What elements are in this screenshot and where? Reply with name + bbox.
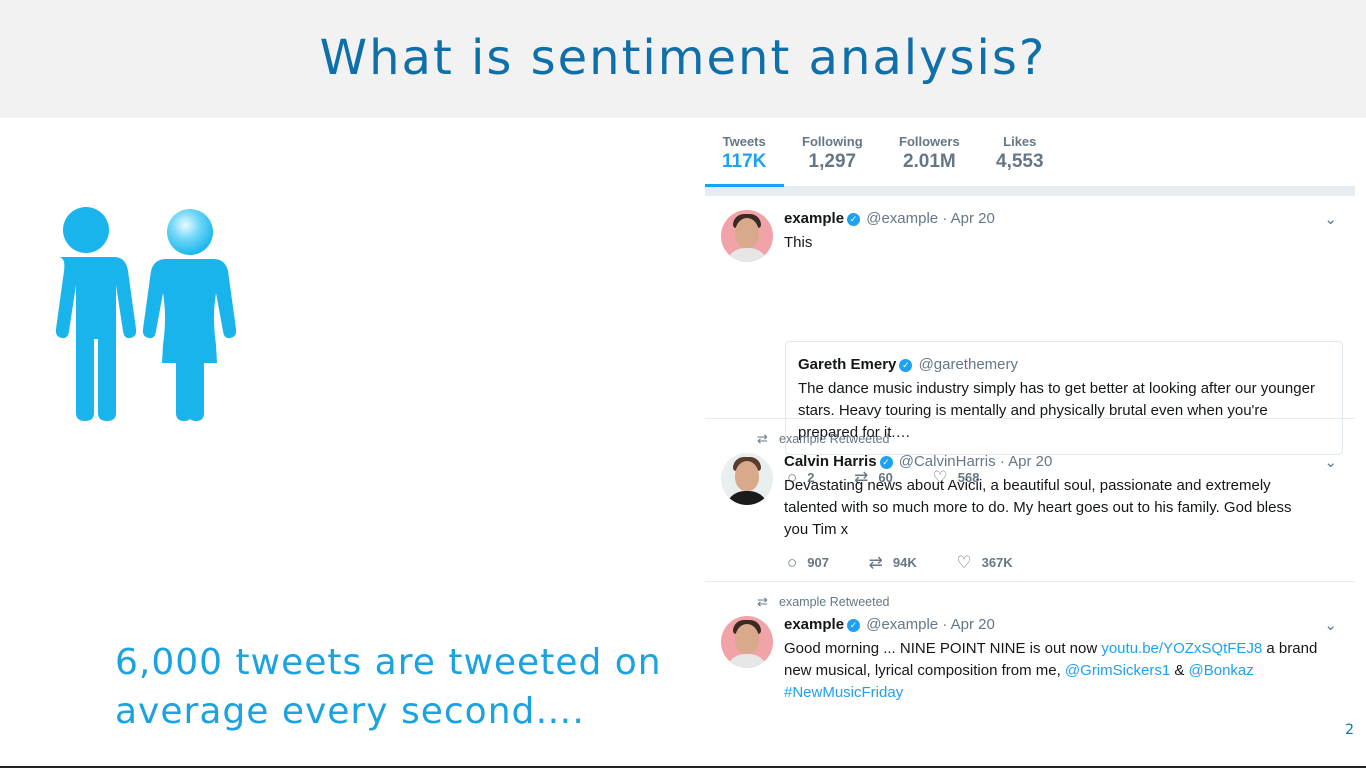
retweet-icon: ⇄ bbox=[868, 553, 883, 572]
tweet-text: Devastating news about Avicii, a beautif… bbox=[784, 477, 1292, 538]
profile-stats-bar: Tweets 117K Following 1,297 Followers 2.… bbox=[705, 118, 1355, 188]
chevron-down-icon[interactable]: ⌄ bbox=[1324, 616, 1337, 634]
tweet-header: example ✓ @example · Apr 20 bbox=[784, 616, 995, 633]
retweeted-label: ⇄ example Retweeted bbox=[757, 431, 889, 447]
stat-tweets[interactable]: Tweets 117K bbox=[705, 134, 785, 187]
chevron-down-icon[interactable]: ⌄ bbox=[1324, 210, 1337, 228]
tweet-date[interactable]: · Apr 20 bbox=[1000, 453, 1053, 470]
like-button[interactable]: ♡ 367K bbox=[956, 553, 1012, 573]
tweet-actions: ○ 907 ⇄ 94K ♡ 367K bbox=[787, 553, 1049, 573]
tweet-author-name[interactable]: example bbox=[784, 616, 844, 633]
verified-check-icon: ✓ bbox=[847, 213, 861, 226]
stat-value: 1,297 bbox=[808, 151, 857, 172]
slide-title: What is sentiment analysis? bbox=[319, 30, 1047, 86]
avatar[interactable] bbox=[721, 453, 773, 505]
stat-label: Tweets bbox=[722, 134, 766, 149]
mention-link[interactable]: @Bonkaz bbox=[1189, 662, 1254, 679]
tweet-author-handle[interactable]: @example bbox=[866, 210, 938, 227]
tweet-author-handle[interactable]: @CalvinHarris bbox=[899, 453, 996, 470]
tweet[interactable]: ⇄ example Retweeted Calvin Harris ✓ @Calvi… bbox=[705, 419, 1355, 582]
twitter-profile-screenshot: Tweets 117K Following 1,297 Followers 2.… bbox=[705, 118, 1355, 708]
caption-line-2: average every second…. bbox=[115, 691, 585, 732]
hashtag-link[interactable]: #NewMusicFriday bbox=[784, 684, 903, 701]
stat-following[interactable]: Following 1,297 bbox=[802, 134, 863, 173]
verified-check-icon: ✓ bbox=[899, 359, 913, 372]
divider bbox=[705, 188, 1355, 196]
retweet-icon: ⇄ bbox=[757, 594, 768, 609]
retweet-button[interactable]: ⇄ 94K bbox=[869, 553, 917, 573]
stat-label: Followers bbox=[899, 134, 960, 149]
man-woman-icon bbox=[55, 207, 237, 421]
caption-line-1: 6,000 tweets are tweeted on bbox=[115, 642, 662, 683]
quoted-tweet-header: Gareth Emery ✓ @garethemery bbox=[798, 356, 1018, 373]
avatar[interactable] bbox=[721, 210, 773, 262]
slide-header: What is sentiment analysis? bbox=[0, 0, 1366, 118]
tweet-header: example ✓ @example · Apr 20 bbox=[784, 210, 995, 227]
heart-icon: ♡ bbox=[956, 553, 972, 572]
verified-check-icon: ✓ bbox=[879, 456, 893, 469]
tweet-link[interactable]: youtu.be/YOZxSQtFEJ8 bbox=[1101, 640, 1262, 657]
slide-caption: 6,000 tweets are tweeted on average ever… bbox=[115, 638, 715, 736]
page-number: 2 bbox=[1345, 722, 1354, 738]
reply-button[interactable]: ○ 907 bbox=[787, 553, 829, 573]
tweet-text: This bbox=[784, 234, 813, 251]
tweet-author-name[interactable]: example bbox=[784, 210, 844, 227]
retweet-icon: ⇄ bbox=[757, 431, 768, 446]
stat-likes[interactable]: Likes 4,553 bbox=[996, 134, 1044, 173]
retweeted-label: ⇄ example Retweeted bbox=[757, 594, 889, 610]
quoted-author-name: Gareth Emery bbox=[798, 356, 897, 373]
tweet-author-handle[interactable]: @example bbox=[866, 616, 938, 633]
reply-icon: ○ bbox=[787, 553, 798, 572]
stat-followers[interactable]: Followers 2.01M bbox=[899, 134, 960, 173]
stat-value: 4,553 bbox=[996, 151, 1044, 172]
tweet[interactable]: example ✓ @example · Apr 20 ⌄ This Gareth… bbox=[705, 196, 1355, 487]
reply-count: 907 bbox=[807, 555, 829, 570]
verified-check-icon: ✓ bbox=[847, 619, 861, 632]
stat-value: 2.01M bbox=[902, 151, 956, 172]
like-count: 367K bbox=[981, 555, 1013, 570]
stat-label: Following bbox=[802, 134, 863, 149]
tweet-text-part: & bbox=[1170, 662, 1189, 679]
retweeted-text[interactable]: example Retweeted bbox=[779, 595, 889, 609]
tweet-date[interactable]: · Apr 20 bbox=[942, 210, 995, 227]
tweet-date[interactable]: · Apr 20 bbox=[942, 616, 995, 633]
tweet[interactable]: ⇄ example Retweeted example ✓ @example · A… bbox=[705, 582, 1355, 708]
retweet-count: 94K bbox=[892, 555, 917, 570]
tweet-header: Calvin Harris ✓ @CalvinHarris · Apr 20 bbox=[784, 453, 1052, 470]
tweet-text: Good morning ... NINE POINT NINE is out … bbox=[784, 638, 1344, 704]
tweet-text-part: Good morning ... NINE POINT NINE is out … bbox=[784, 640, 1102, 657]
stat-label: Likes bbox=[1003, 134, 1037, 149]
retweeted-text[interactable]: example Retweeted bbox=[779, 432, 889, 446]
chevron-down-icon[interactable]: ⌄ bbox=[1324, 453, 1337, 471]
quoted-author-handle: @garethemery bbox=[918, 356, 1018, 373]
stat-value: 117K bbox=[722, 151, 767, 172]
avatar[interactable] bbox=[721, 616, 773, 668]
mention-link[interactable]: @GrimSickers1 bbox=[1065, 662, 1170, 679]
tweet-author-name[interactable]: Calvin Harris bbox=[784, 453, 877, 470]
